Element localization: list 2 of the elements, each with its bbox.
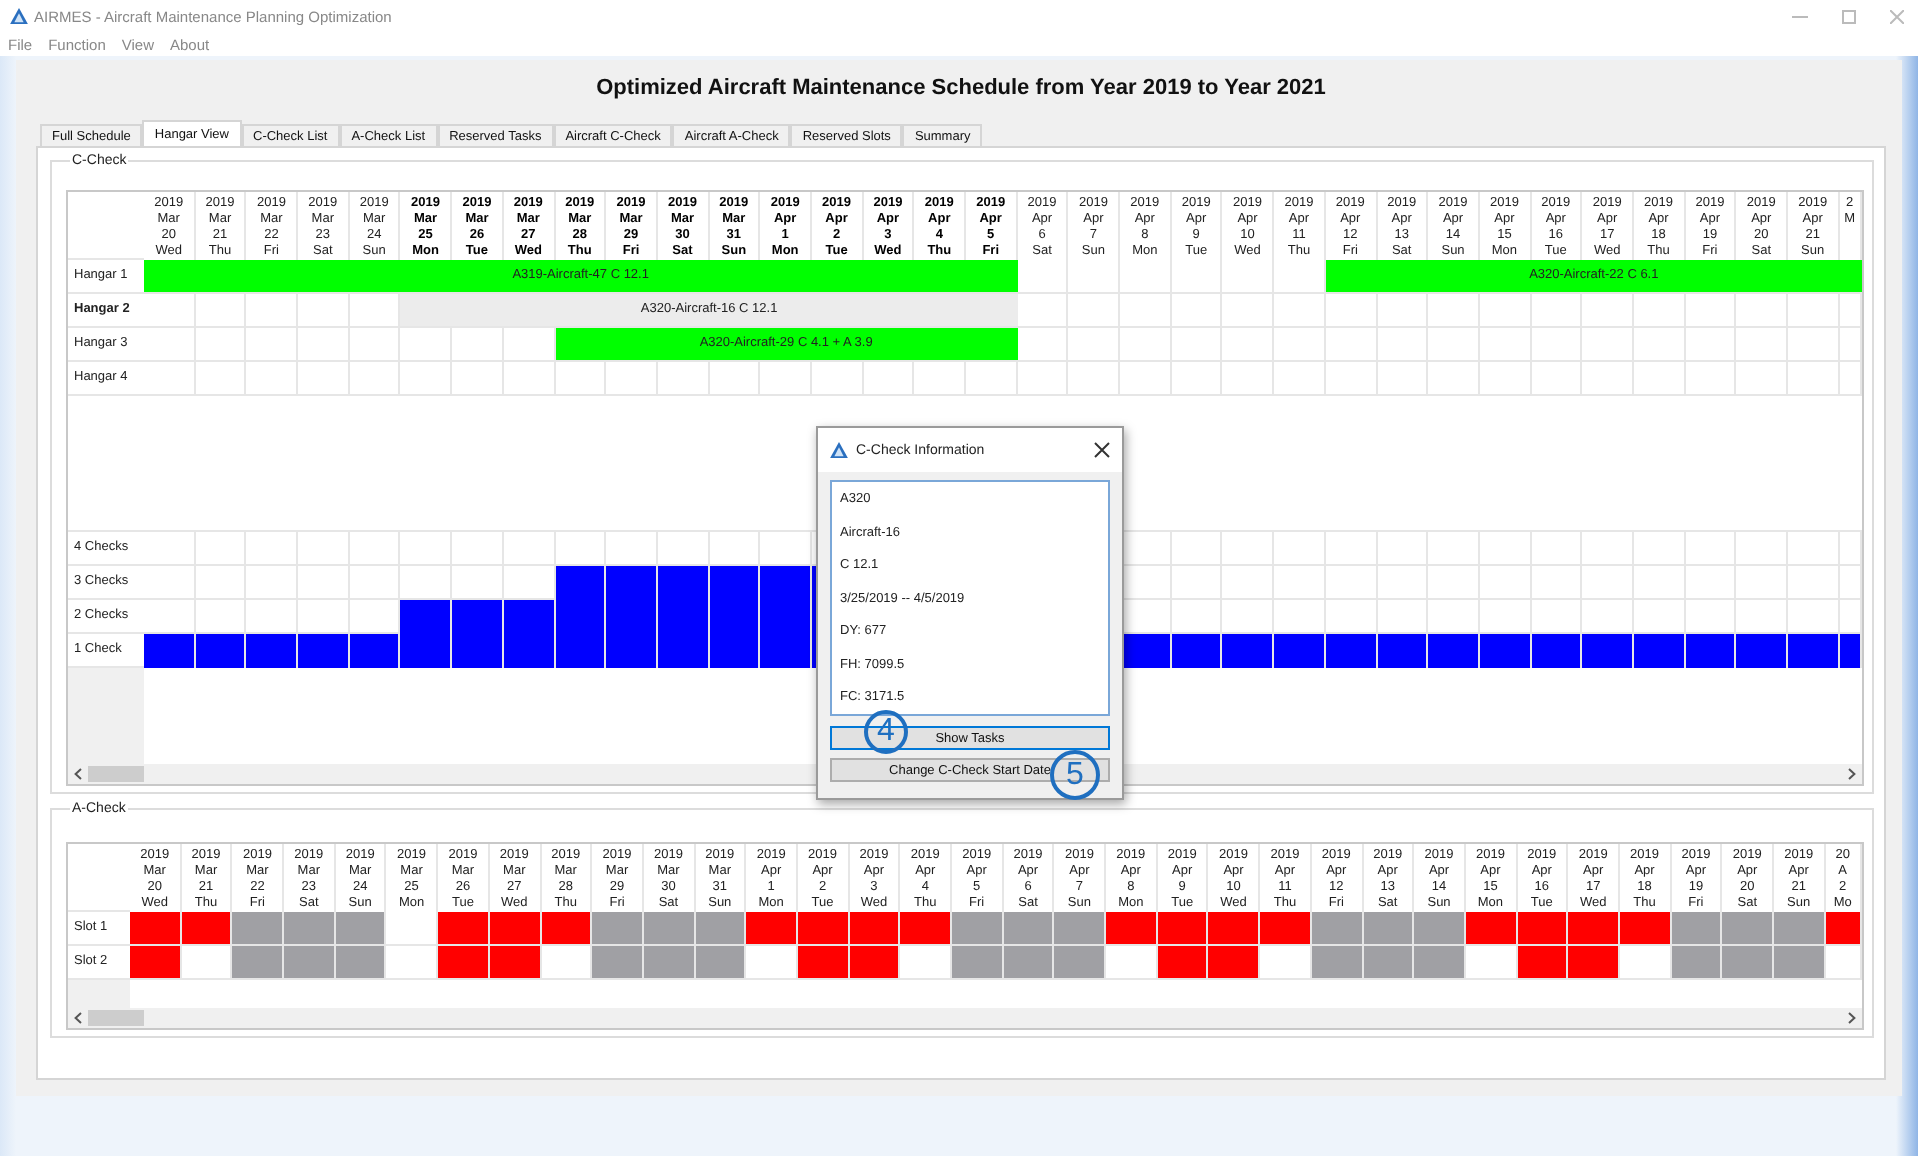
page-heading: Optimized Aircraft Maintenance Schedule from Year 2019 to Year 2021: [594, 74, 1328, 104]
step-number: 5: [1050, 750, 1100, 800]
